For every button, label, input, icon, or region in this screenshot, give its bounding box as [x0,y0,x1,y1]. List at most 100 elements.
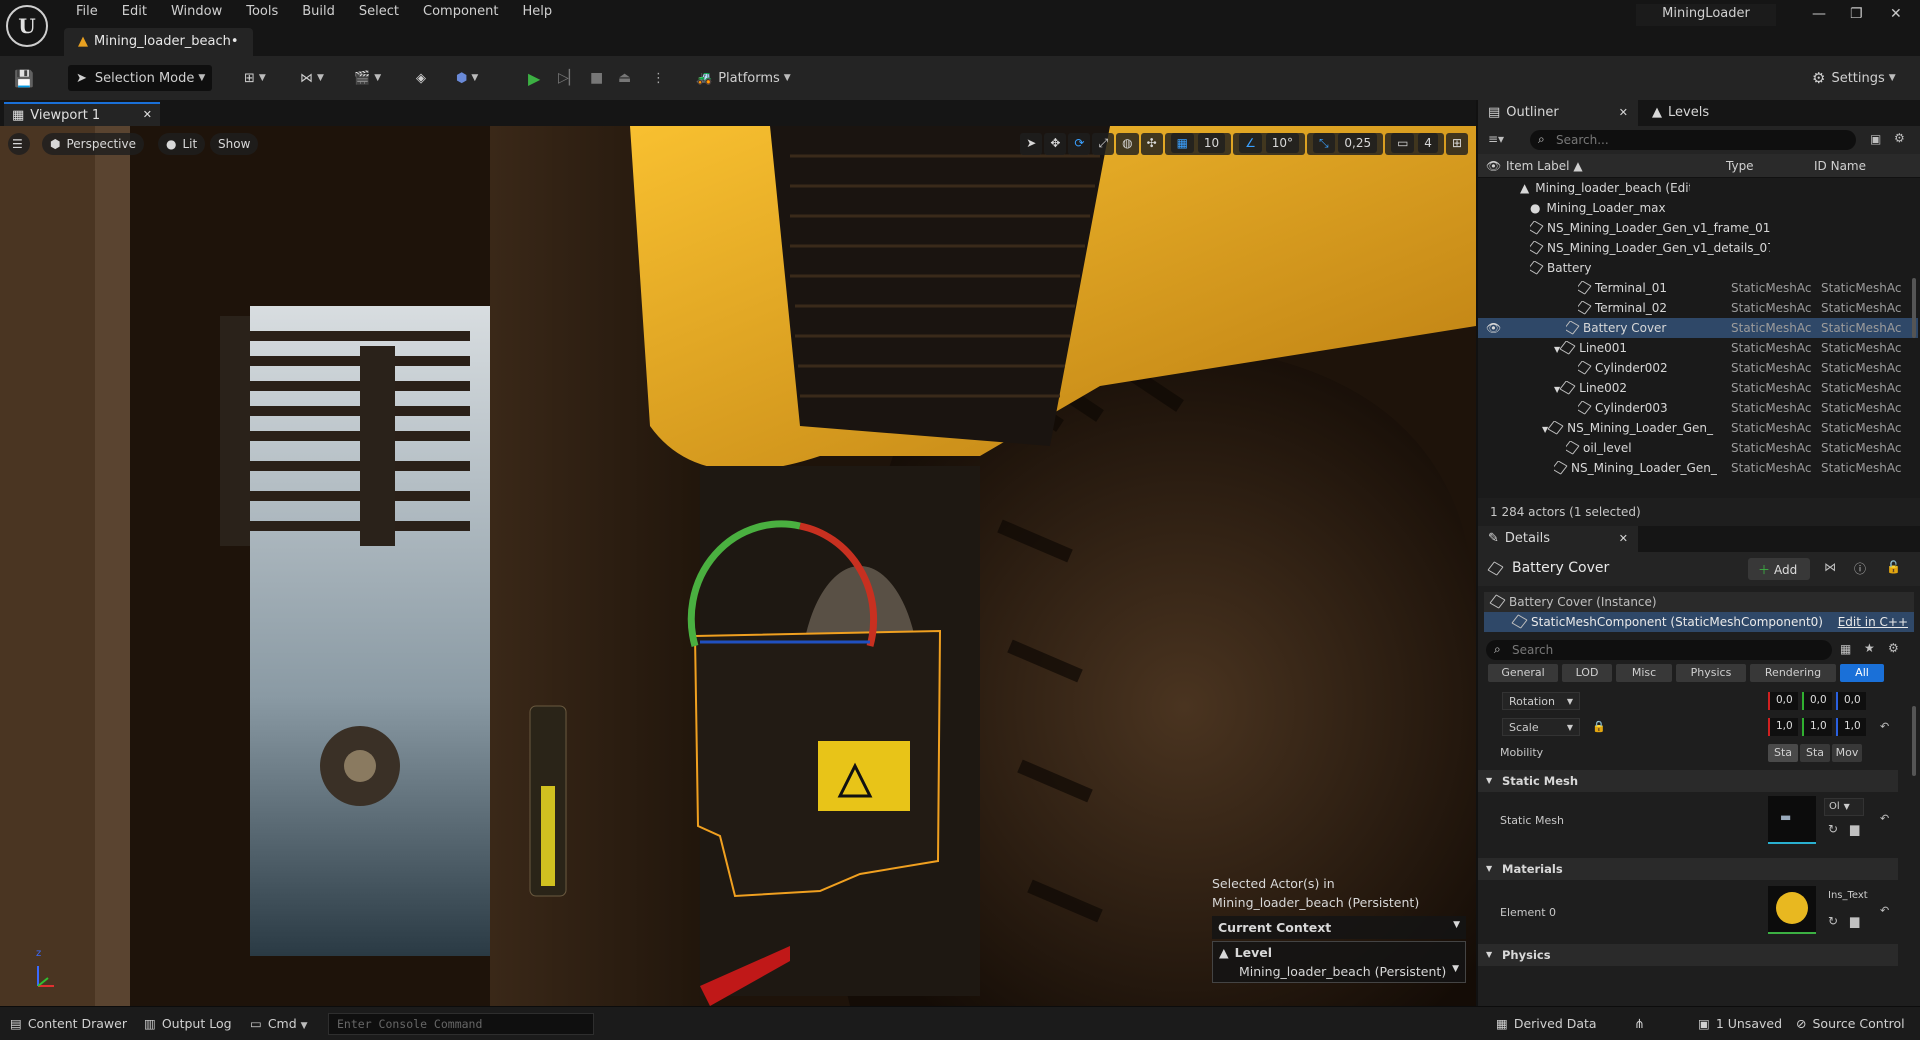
unreal-logo-icon[interactable]: U [6,5,48,47]
column-id-name[interactable]: ID Name [1814,159,1866,173]
scale-x-field[interactable]: 1,0 [1768,718,1798,736]
mobility-movable[interactable]: Mov [1832,744,1862,762]
outliner-row[interactable]: ● Mining_Loader_max [1478,198,1918,218]
menu-select[interactable]: Select [347,0,411,24]
section-static-mesh[interactable]: ▼ Static Mesh [1478,770,1898,792]
network-icon[interactable]: ⋔ [1634,1016,1644,1031]
close-window-icon[interactable]: ✕ [1890,6,1902,22]
level-dropdown[interactable]: Mining_loader_beach (Persistent) ▼ [1239,964,1459,979]
filter-icon[interactable]: ≡▾ [1488,132,1504,146]
visibility-eye-icon[interactable]: 👁 [1486,321,1501,335]
menu-window[interactable]: Window [159,0,234,24]
show-button[interactable]: Show [210,133,259,155]
unsaved-button[interactable]: ▣ 1 Unsaved [1698,1016,1782,1031]
edit-cpp-link[interactable]: Edit in C++ [1838,615,1908,629]
platforms-button[interactable]: 🚜 Platforms ▼ [696,65,791,91]
level-viewport[interactable]: z ☰ ⬢ Perspective ● Lit Show ➤ ✥ ⟳ ⤢ ◍ ✣ ▦… [0,126,1476,1006]
filter-lod[interactable]: LOD [1562,664,1612,682]
outliner-row[interactable]: Cylinder003 StaticMeshAc StaticMeshAc [1478,398,1918,418]
close-tab-icon[interactable]: ✕ [1619,106,1628,119]
outliner-row[interactable]: Terminal_02 StaticMeshAc StaticMeshAc [1478,298,1918,318]
console-command-input[interactable]: Enter Console Command [328,1013,594,1035]
marketplace-icon[interactable]: ◈ [416,65,426,91]
details-scrollbar[interactable] [1912,706,1916,776]
tab-outliner[interactable]: ▤ Outliner ✕ [1478,100,1638,126]
menu-component[interactable]: Component [411,0,510,24]
static-mesh-thumbnail[interactable]: ▬ [1768,796,1816,844]
camera-speed-button[interactable]: ▭ 4 [1385,133,1444,155]
material-thumbnail[interactable] [1768,886,1816,934]
visibility-eye-icon[interactable]: 👁 [1486,159,1501,173]
rotation-snap-button[interactable]: ∠ 10° [1233,133,1305,155]
cmd-dropdown[interactable]: ▭ Cmd ▼ [250,1016,308,1031]
source-control-button[interactable]: ⊘ Source Control [1796,1016,1905,1031]
outliner-row-level[interactable]: ▲Mining_loader_beach (Editor) [1478,178,1918,198]
folder-icon[interactable]: ▆ [1850,822,1859,836]
filter-general[interactable]: General [1488,664,1558,682]
stop-icon[interactable]: ■ [590,65,603,91]
outliner-search-input[interactable]: ⌕ Search... [1530,130,1856,150]
outliner-row[interactable]: Terminal_01 StaticMeshAc StaticMeshAc [1478,278,1918,298]
maximize-icon[interactable]: ❐ [1850,6,1863,22]
section-materials[interactable]: ▼ Materials [1478,858,1898,880]
details-search-input[interactable]: ⌕ Search [1486,640,1832,660]
menu-build[interactable]: Build [290,0,347,24]
add-actor-button[interactable]: ⊞ ▼ [244,65,266,91]
add-component-button[interactable]: ＋ Add [1748,558,1810,580]
outliner-settings-icon[interactable]: ⚙ [1894,131,1905,145]
minimize-icon[interactable]: — [1812,6,1826,22]
save-icon[interactable]: 💾 [14,65,38,91]
outliner-row[interactable]: NS_Mining_Loader_Gen_v1_details_07 [1478,238,1918,258]
perspective-button[interactable]: ⬢ Perspective [42,133,144,155]
column-item-label[interactable]: Item Label ▲ [1506,159,1583,173]
outliner-row[interactable]: NS_Mining_Loader_Gen_ StaticMeshAc StaticM… [1478,458,1918,478]
static-mesh-dropdown[interactable]: Ol ▼ [1824,798,1864,816]
step-icon[interactable]: ▷▏ [558,65,580,91]
reset-arrow-icon[interactable]: ↶ [1880,904,1889,917]
column-type[interactable]: Type [1726,159,1754,173]
outliner-row[interactable]: ▼ NS_Mining_Loader_Gen_ StaticMeshAc Static… [1478,418,1918,438]
content-drawer-button[interactable]: ▤ Content Drawer [10,1016,127,1031]
mobility-stationary[interactable]: Sta [1800,744,1830,762]
viewport-options-button[interactable]: ☰ [8,133,30,155]
filter-all[interactable]: All [1840,664,1884,682]
tab-levels[interactable]: ▲ Levels [1642,100,1719,126]
current-context-header[interactable]: Current Context ▼ [1212,916,1466,939]
select-tool-icon[interactable]: ➤ [1020,133,1043,155]
menu-edit[interactable]: Edit [110,0,159,24]
mobility-static[interactable]: Sta [1768,744,1798,762]
tab-details[interactable]: ✎ Details ✕ [1478,526,1638,552]
viewport-tab[interactable]: ▦ Viewport 1 ✕ [4,102,160,126]
grid-snap-button[interactable]: ▦ 10 [1164,133,1232,155]
folder-icon[interactable]: ▆ [1850,914,1859,928]
play-options-icon[interactable]: ⋮ [652,65,665,91]
derived-data-button[interactable]: ▦ Derived Data [1496,1016,1597,1031]
reset-arrow-icon[interactable]: ↶ [1880,812,1889,825]
menu-help[interactable]: Help [510,0,564,24]
lock-icon[interactable]: 🔓 [1886,560,1901,574]
surface-snap-icon[interactable]: ✣ [1140,133,1163,155]
browse-asset-icon[interactable]: ↻ [1828,914,1838,928]
world-space-icon[interactable]: ◍ [1116,133,1139,155]
rotation-y-field[interactable]: 0,0 [1802,692,1832,710]
rotation-z-field[interactable]: 0,0 [1836,692,1866,710]
outliner-row[interactable]: ▼ Line001 StaticMeshAc StaticMeshAc [1478,338,1918,358]
output-log-button[interactable]: ▥ Output Log [144,1016,232,1031]
blueprint-button[interactable]: ⋈ ▼ [300,65,324,91]
eject-icon[interactable]: ⏏ [618,65,631,91]
lit-mode-button[interactable]: ● Lit [158,133,206,155]
outliner-row[interactable]: oil_level StaticMeshAc StaticMeshAc [1478,438,1918,458]
instance-row[interactable]: Battery Cover (Instance) [1484,592,1914,612]
outliner-row[interactable]: ▼ Line002 StaticMeshAc StaticMeshAc [1478,378,1918,398]
section-physics[interactable]: ▼ Physics [1478,944,1898,966]
scale-snap-button[interactable]: ⤡ 0,25 [1306,133,1384,155]
scene-render[interactable]: z [0,126,1476,1006]
scale-z-field[interactable]: 1,0 [1836,718,1866,736]
menu-tools[interactable]: Tools [234,0,290,24]
outliner-row[interactable]: NS_Mining_Loader_Gen_v1_frame_01 [1478,218,1918,238]
close-tab-icon[interactable]: ✕ [1619,532,1628,545]
scale-tool-icon[interactable]: ⤢ [1092,133,1115,155]
level-document-tab[interactable]: ▲ Mining_loader_beach• [64,28,253,56]
menu-file[interactable]: File [64,0,110,24]
filter-physics[interactable]: Physics [1676,664,1746,682]
